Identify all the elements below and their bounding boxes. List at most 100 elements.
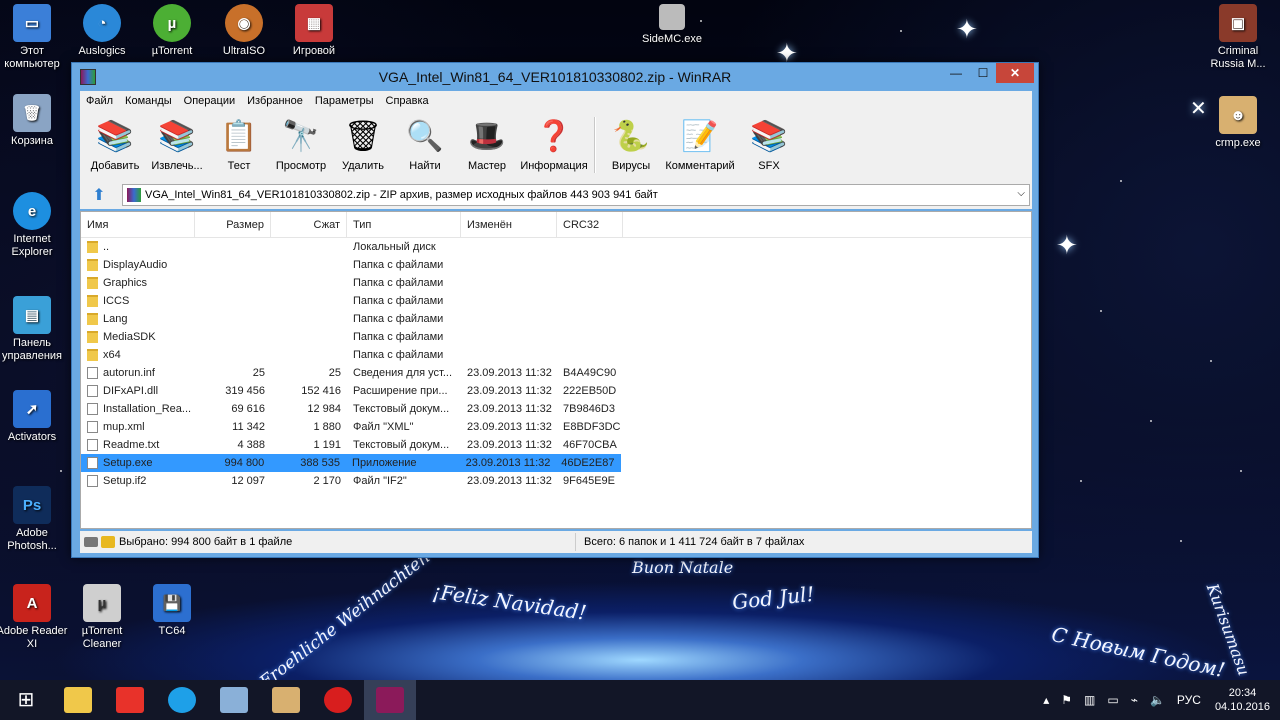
menu-commands[interactable]: Команды [119, 95, 178, 107]
column-type[interactable]: Тип [347, 212, 461, 238]
cell-name: x64 [81, 346, 195, 364]
address-field[interactable]: VGA_Intel_Win81_64_VER101810330802.zip -… [122, 184, 1030, 206]
desktop-icon-auslogics[interactable]: ◔ Auslogics [64, 4, 140, 58]
desktop-icon-recycle-bin[interactable]: 🗑 Корзина [0, 94, 70, 148]
find-button[interactable]: 🔍 Найти [394, 111, 456, 177]
virus-scan-button[interactable]: 🐍 Вирусы [600, 111, 662, 177]
menu-operations[interactable]: Операции [178, 95, 241, 107]
desktop-icon-ultraiso[interactable]: ◉ UltraISO [206, 4, 282, 58]
view-button[interactable]: 🔭 Просмотр [270, 111, 332, 177]
up-folder-button[interactable]: ⬆ [84, 183, 114, 207]
volume-icon[interactable]: 🔈 [1150, 693, 1165, 707]
chevron-up-icon[interactable]: ▴ [1043, 693, 1049, 707]
column-size[interactable]: Размер [195, 212, 271, 238]
maximize-button[interactable]: ☐ [970, 63, 996, 83]
taskbar-skype-button[interactable] [156, 680, 208, 720]
desktop-icon-internet-explorer[interactable]: e Internet Explorer [0, 192, 70, 259]
desktop-icon-crmp[interactable]: ☻ crmp.exe [1200, 96, 1276, 150]
table-row[interactable]: Readme.txt 4 388 1 191 Текстовый докум... 23… [81, 436, 1031, 454]
menu-options[interactable]: Параметры [309, 95, 380, 107]
file-list[interactable]: Имя Размер Сжат Тип Изменён CRC32 .. Лока… [80, 211, 1032, 529]
network-icon[interactable]: ▥ [1084, 693, 1095, 707]
table-row[interactable]: Setup.exe 994 800 388 535 Приложение 23.09.2… [81, 454, 621, 472]
wizard-icon: 🎩 [468, 119, 506, 153]
toolbar: 📚 Добавить 📚 Извлечь... 📋 Тест 🔭 Просмотр 🗑 У… [80, 111, 1032, 181]
cell-packed: 25 [328, 367, 341, 379]
clock[interactable]: 20:34 04.10.2016 [1215, 686, 1270, 714]
desktop-icon-utorrent-cleaner[interactable]: µ µTorrent Cleaner [64, 584, 140, 651]
taskbar-winrar-button[interactable] [364, 680, 416, 720]
cell-packed [271, 310, 347, 328]
language-indicator[interactable]: РУС [1177, 693, 1201, 707]
cell-type: Папка с файлами [353, 277, 444, 289]
table-row[interactable]: mup.xml 11 342 1 880 Файл "XML" 23.09.2013 1… [81, 418, 1031, 436]
folder-icon [87, 295, 98, 307]
menu-help[interactable]: Справка [380, 95, 435, 107]
display-icon[interactable]: ▭ [1107, 693, 1118, 707]
zip-archive-icon [127, 188, 141, 202]
photoshop-icon: Ps [13, 486, 51, 524]
clock-time: 20:34 [1228, 687, 1257, 699]
table-row[interactable]: ICCS Папка с файлами [81, 292, 1031, 310]
info-button[interactable]: ❓ Информация [518, 111, 590, 177]
desktop-icon-control-panel[interactable]: ▤ Панель управления [0, 296, 70, 363]
desktop-icon-this-computer[interactable]: ▭ Этот компьютер [0, 4, 70, 71]
taskbar-task-manager-button[interactable] [208, 680, 260, 720]
menu-file[interactable]: Файл [80, 95, 119, 107]
menu-favorites[interactable]: Избранное [241, 95, 309, 107]
desktop-icon-utorrent[interactable]: µ µTorrent [134, 4, 210, 58]
cell-type: Файл "IF2" [353, 475, 407, 487]
usb-icon[interactable]: ⌁ [1131, 693, 1138, 707]
flag-icon[interactable]: ⚑ [1061, 693, 1072, 707]
extract-button[interactable]: 📚 Извлечь... [146, 111, 208, 177]
cell-size [195, 238, 271, 256]
cell-size: 994 800 [224, 457, 265, 469]
desktop-icon-game[interactable]: ▦ Игровой [276, 4, 352, 58]
taskbar-start-button[interactable]: ⊞ [0, 680, 52, 720]
taskbar-recorder-button[interactable] [312, 680, 364, 720]
taskbar-yandex-browser-button[interactable] [104, 680, 156, 720]
minimize-button[interactable]: — [942, 63, 970, 83]
desktop-icon-criminal-russia[interactable]: ▣ Criminal Russia M... [1200, 4, 1276, 71]
chevron-down-icon[interactable]: ⌵ [1017, 188, 1025, 199]
test-button[interactable]: 📋 Тест [208, 111, 270, 177]
taskbar-file-explorer-button[interactable] [52, 680, 104, 720]
taskbar-recycle-bin-button[interactable] [260, 680, 312, 720]
cell-type: Расширение при... [353, 385, 448, 397]
table-row[interactable]: autorun.inf 25 25 Сведения для уст... 23.09.… [81, 364, 1031, 382]
table-row[interactable]: Lang Папка с файлами [81, 310, 1031, 328]
sfx-button[interactable]: 📚 SFX [738, 111, 800, 177]
column-modified[interactable]: Изменён [461, 212, 557, 238]
table-row[interactable]: x64 Папка с файлами [81, 346, 1031, 364]
desktop-icon-adobe-reader[interactable]: A Adobe Reader XI [0, 584, 70, 651]
cell-size [195, 256, 271, 274]
table-row[interactable]: Installation_Rea... 69 616 12 984 Текстовый… [81, 400, 1031, 418]
desktop-icon-sidemc[interactable]: SideMC.exe [632, 4, 712, 46]
comment-button[interactable]: 📝 Комментарий [662, 111, 738, 177]
greeting-text: ¡Feliz Navidad! [431, 579, 588, 625]
table-row[interactable]: MediaSDK Папка с файлами [81, 328, 1031, 346]
cell-packed: 2 170 [313, 475, 341, 487]
close-button[interactable]: ✕ [996, 63, 1034, 83]
delete-button[interactable]: 🗑 Удалить [332, 111, 394, 177]
table-row[interactable]: DIFxAPI.dll 319 456 152 416 Расширение при.… [81, 382, 1031, 400]
add-button[interactable]: 📚 Добавить [84, 111, 146, 177]
wizard-button[interactable]: 🎩 Мастер [456, 111, 518, 177]
desktop-icon-photoshop[interactable]: Ps Adobe Photosh... [0, 486, 70, 553]
desktop-icon-activators[interactable]: ➚ Activators [0, 390, 70, 444]
column-name[interactable]: Имя [81, 212, 195, 238]
table-row[interactable]: DisplayAudio Папка с файлами [81, 256, 1031, 274]
title-bar[interactable]: VGA_Intel_Win81_64_VER101810330802.zip -… [72, 63, 1038, 91]
cell-name: MediaSDK [81, 328, 195, 346]
desktop-icon-tc64[interactable]: 💾 TC64 [134, 584, 210, 638]
winrar-icon [376, 687, 404, 713]
table-row[interactable]: Graphics Папка с файлами [81, 274, 1031, 292]
table-row[interactable]: Setup.if2 12 097 2 170 Файл "IF2" 23.09.2013… [81, 472, 1031, 490]
cell-modified [461, 274, 557, 292]
column-packed[interactable]: Сжат [271, 212, 347, 238]
cell-size: 4 388 [237, 439, 265, 451]
column-crc32[interactable]: CRC32 [557, 212, 623, 238]
cell-modified: 23.09.2013 11:32 [467, 475, 552, 487]
table-row[interactable]: .. Локальный диск [81, 238, 1031, 256]
cell-name: DIFxAPI.dll [81, 382, 195, 400]
